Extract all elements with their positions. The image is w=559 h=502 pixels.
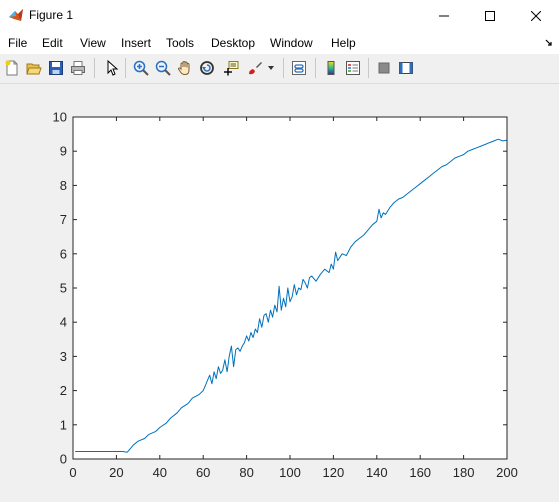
hide-plot-tools-button[interactable] [374,58,394,78]
brush-dropdown[interactable] [266,58,276,78]
y-tick-label: 8 [60,178,67,193]
legend-icon [346,61,360,75]
menu-bar: File Edit View Insert Tools Desktop Wind… [0,31,559,54]
axes[interactable]: 0 20 40 60 80 100 120 140 160 180 200 0 1 2 3 4 5 6 7 8 9 10 [0,84,559,502]
pan-hand-button[interactable] [175,58,195,78]
y-tick-label: 1 [60,417,67,432]
zoom-out-icon [155,60,171,76]
x-tick-label: 180 [453,465,475,480]
minimize-button[interactable] [421,0,467,31]
axes-background [73,117,507,459]
zoom-in-icon [133,60,149,76]
x-tick-label: 120 [323,465,345,480]
new-figure-button[interactable] [2,58,22,78]
menu-insert[interactable]: Insert [121,36,151,50]
x-tick-label: 100 [279,465,301,480]
print-button[interactable] [68,58,88,78]
toolbar-separator [368,58,369,78]
y-tick-label: 2 [60,383,67,398]
menu-tools[interactable]: Tools [166,36,194,50]
show-plot-tools-button[interactable] [396,58,416,78]
toolbar-separator [283,58,284,78]
insert-colorbar-button[interactable] [321,58,341,78]
y-tick-label: 10 [53,110,67,125]
print-icon [71,61,85,75]
x-tick-label: 20 [109,465,123,480]
maximize-button[interactable] [467,0,513,31]
x-tick-label: 80 [239,465,253,480]
y-tick-label: 0 [60,452,67,467]
zoom-in-button[interactable] [131,58,151,78]
hide-plot-tools-icon [378,62,390,74]
y-tick-label: 7 [60,212,67,227]
select-arrow-icon [107,60,119,76]
data-cursor-icon [224,61,239,76]
menu-arrow-icon[interactable] [545,38,553,46]
menu-help[interactable]: Help [331,36,356,50]
figure-canvas[interactable]: 0 20 40 60 80 100 120 140 160 180 200 0 1 2 3 4 5 6 7 8 9 10 [0,84,559,502]
colorbar-icon [327,61,335,75]
rotate-3d-icon [200,61,214,75]
open-file-button[interactable] [24,58,44,78]
title-bar: Figure 1 [0,0,559,32]
x-tick-label: 200 [496,465,518,480]
figure-toolbar [0,54,559,84]
select-arrow-button[interactable] [101,58,121,78]
x-tick-label: 40 [153,465,167,480]
menu-desktop[interactable]: Desktop [211,36,255,50]
open-file-icon [26,63,42,75]
show-plot-tools-icon [399,62,413,74]
toolbar-separator [315,58,316,78]
matlab-logo-icon [9,9,23,21]
close-button[interactable] [513,0,559,31]
window-title: Figure 1 [29,8,74,22]
insert-legend-button[interactable] [343,58,363,78]
close-icon [531,10,541,21]
maximize-icon [485,10,495,21]
brush-button[interactable] [245,58,265,78]
x-tick-label: 160 [409,465,431,480]
link-plot-icon [292,61,306,75]
y-tick-label: 3 [60,349,67,364]
minimize-icon [439,15,449,16]
rotate-3d-button[interactable] [197,58,217,78]
save-icon [49,61,63,75]
x-tick-label: 60 [196,465,210,480]
y-tick-label: 9 [60,144,67,159]
data-cursor-button[interactable] [221,58,241,78]
menu-window[interactable]: Window [270,36,313,50]
save-button[interactable] [46,58,66,78]
y-tick-label: 5 [60,281,67,296]
y-tick-label: 4 [60,315,67,330]
toolbar-separator [94,58,95,78]
toolbar-separator [125,58,126,78]
menu-view[interactable]: View [80,36,106,50]
y-tick-label: 6 [60,246,67,261]
brush-icon [249,62,262,75]
menu-edit[interactable]: Edit [42,36,63,50]
menu-file[interactable]: File [8,36,27,50]
dropdown-arrow-icon [268,66,274,70]
zoom-out-button[interactable] [153,58,173,78]
x-tick-label: 0 [69,465,76,480]
pan-hand-icon [177,60,190,76]
link-plot-button[interactable] [289,58,309,78]
new-figure-icon [5,60,18,76]
x-tick-label: 140 [366,465,388,480]
